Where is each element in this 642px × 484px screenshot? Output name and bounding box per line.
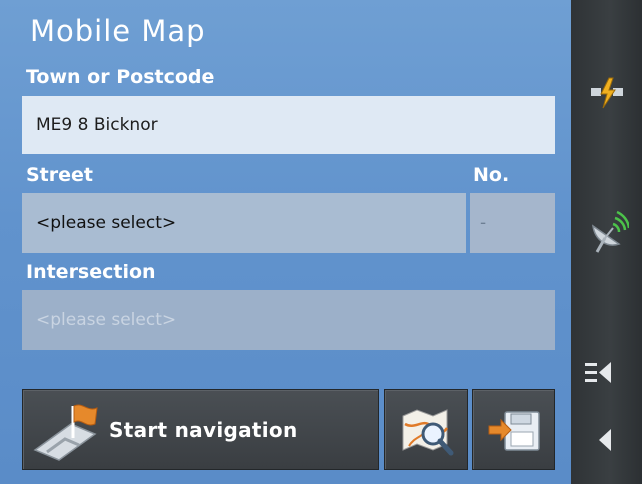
map-search-icon — [402, 409, 454, 456]
house-number-value: - — [480, 213, 487, 233]
intersection-value: <please select> — [36, 310, 177, 330]
start-navigation-button[interactable]: Start navigation — [22, 389, 379, 470]
number-label: No. — [473, 164, 510, 186]
side-toolbar — [571, 0, 642, 484]
save-floppy-icon — [488, 411, 540, 451]
navigation-flag-icon — [33, 404, 98, 461]
mobile-map-screen: Mobile Map Town or Postcode ME9 8 Bickno… — [0, 0, 642, 484]
town-label: Town or Postcode — [26, 66, 215, 88]
street-select[interactable]: <please select> — [22, 193, 466, 253]
intersection-select[interactable]: <please select> — [22, 290, 555, 350]
menu-collapse-icon[interactable] — [585, 360, 613, 386]
save-destination-button[interactable] — [472, 389, 555, 470]
house-number-input[interactable]: - — [470, 193, 555, 253]
back-arrow-icon[interactable] — [597, 428, 613, 452]
start-navigation-label: Start navigation — [109, 418, 298, 442]
town-input[interactable]: ME9 8 Bicknor — [22, 96, 555, 154]
intersection-label: Intersection — [26, 261, 156, 283]
street-label: Street — [26, 164, 93, 186]
town-value: ME9 8 Bicknor — [36, 115, 158, 135]
app-title: Mobile Map — [30, 14, 206, 48]
satellite-dish-icon[interactable] — [585, 210, 629, 254]
street-value: <please select> — [36, 213, 177, 233]
power-plug-icon[interactable] — [589, 76, 625, 110]
map-preview-button[interactable] — [384, 389, 468, 470]
